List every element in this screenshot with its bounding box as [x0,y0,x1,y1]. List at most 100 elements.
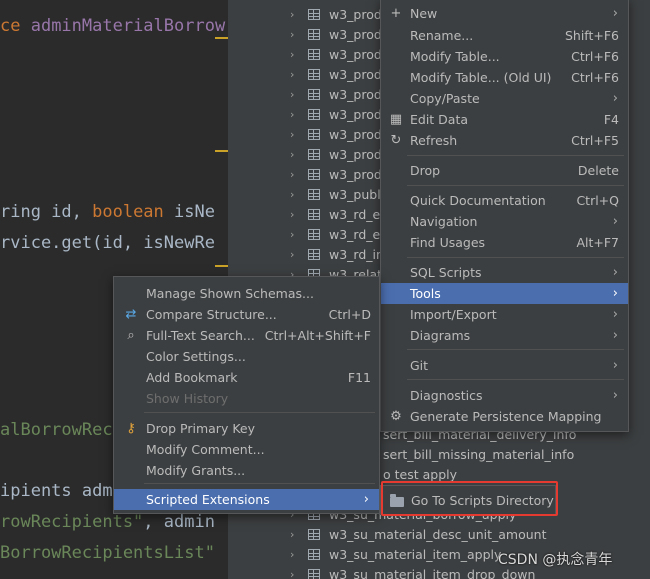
code-line: rvice.get(id, isNewRe [0,232,215,254]
menu-item-sql-scripts[interactable]: SQL Scripts › [381,262,628,283]
chevron-right-icon[interactable]: › [290,45,294,65]
table-icon [308,149,320,160]
chevron-right-icon[interactable]: › [290,565,294,579]
code-line: alBorrowRec [0,419,113,441]
menu-item-shortcut: Ctrl+D [328,307,371,322]
menu-item-modify-grants[interactable]: Modify Grants... [114,460,379,481]
menu-item-label: Diagnostics [410,388,483,403]
code-token: alBorrowRec [0,420,113,440]
plus-icon: + [390,6,402,21]
menu-item-diagnostics[interactable]: Diagnostics › [381,385,628,406]
menu-separator [407,257,624,258]
tools-submenu[interactable]: Manage Shown Schemas... ⇄ Compare Structur… [113,276,380,514]
menu-item-label: Drop [410,163,441,178]
menu-item-tools[interactable]: Tools › [381,283,628,304]
menu-item-label: Generate Persistence Mapping [410,409,602,424]
menu-item-label: Full-Text Search... [146,328,255,343]
menu-item-label: Color Settings... [146,349,246,364]
table-name: w3_prod [329,47,382,62]
menu-item-shortcut: Ctrl+Alt+Shift+F [264,328,371,343]
menu-separator [407,379,624,380]
menu-item-new[interactable]: + New › [381,3,628,24]
menu-item-import-export[interactable]: Import/Export › [381,304,628,325]
menu-item-navigation[interactable]: Navigation › [381,211,628,232]
menu-item-add-bookmark[interactable]: Add Bookmark F11 [114,367,379,388]
menu-separator [407,155,624,156]
menu-item-edit-data[interactable]: ▦ Edit Data F4 [381,109,628,130]
menu-item-diagrams[interactable]: Diagrams › [381,325,628,346]
menu-item-label: Modify Comment... [146,442,265,457]
chevron-right-icon: › [612,91,618,106]
table-name: w3_prod [329,87,382,102]
chevron-right-icon: › [612,307,618,322]
menu-item-refresh[interactable]: ↻ Refresh Ctrl+F5 [381,130,628,151]
table-name: w3_prod [329,147,382,162]
chevron-right-icon[interactable]: › [290,225,294,245]
code-token: ipients admi [0,481,123,501]
code-line: ipients admi [0,480,123,502]
chevron-right-icon[interactable]: › [290,125,294,145]
chevron-right-icon[interactable]: › [290,105,294,125]
menu-item-compare-structure[interactable]: ⇄ Compare Structure... Ctrl+D [114,304,379,325]
menu-item-generate-persistence-mapping[interactable]: ⚙ Generate Persistence Mapping [381,406,628,427]
table-icon [308,209,320,220]
menu-item-shortcut: Ctrl+F5 [571,133,619,148]
menu-item-label: Refresh [410,133,458,148]
chevron-right-icon[interactable]: › [290,205,294,225]
code-token: BorrowRecipientsList" [0,543,215,563]
table-name: w3_prod [329,107,382,122]
menu-item-label: New [410,6,438,21]
chevron-right-icon: › [612,6,618,21]
chevron-right-icon: › [612,214,618,229]
menu-item-label: Modify Table... (Old UI) [410,70,552,85]
menu-item-label: Tools [410,286,441,301]
refresh-icon: ↻ [390,133,402,148]
table-row[interactable]: sert_bill_missing_material_info [383,445,650,465]
menu-item-modify-comment[interactable]: Modify Comment... [114,439,379,460]
compare-icon: ⇄ [125,307,137,322]
chevron-right-icon[interactable]: › [290,25,294,45]
table-icon [308,549,320,560]
table-name: w3_prod [329,67,382,82]
table-name: w3_su_material_desc_unit_amount [329,527,547,542]
code-token: isNe [174,202,215,222]
menu-item-quick-documentation[interactable]: Quick Documentation Ctrl+Q [381,190,628,211]
key-icon: ⚷ [126,421,136,436]
menu-item-copy-paste[interactable]: Copy/Paste › [381,88,628,109]
chevron-right-icon[interactable]: › [290,185,294,205]
table-icon [308,69,320,80]
menu-item-modify-table[interactable]: Modify Table... Ctrl+F6 [381,46,628,67]
chevron-right-icon[interactable]: › [290,545,294,565]
table-name: w3_su_material_item_apply [329,547,502,562]
menu-item-color-settings[interactable]: Color Settings... [114,346,379,367]
menu-item-label: Navigation [410,214,478,229]
chevron-right-icon: › [612,265,618,280]
menu-item-manage-shown-schemas[interactable]: Manage Shown Schemas... [114,283,379,304]
chevron-right-icon[interactable]: › [290,525,294,545]
menu-item-drop-primary-key[interactable]: ⚷ Drop Primary Key [114,418,379,439]
table-icon [308,189,320,200]
menu-item-scripted-extensions[interactable]: Scripted Extensions › [114,489,379,510]
chevron-right-icon[interactable]: › [290,5,294,25]
menu-item-shortcut: F4 [603,112,619,127]
menu-item-modify-table-old-ui[interactable]: Modify Table... (Old UI) Ctrl+F6 [381,67,628,88]
menu-item-rename[interactable]: Rename... Shift+F6 [381,25,628,46]
chevron-right-icon[interactable]: › [290,85,294,105]
chevron-right-icon[interactable]: › [290,165,294,185]
chevron-right-icon[interactable]: › [290,145,294,165]
chevron-right-icon[interactable]: › [290,245,294,265]
table-name: w3_prod [329,7,382,22]
chevron-right-icon[interactable]: › [290,65,294,85]
menu-item-git[interactable]: Git › [381,355,628,376]
menu-item-label: Modify Table... [410,49,500,64]
code-token: ce [0,16,31,36]
menu-item-shortcut: Ctrl+F6 [571,49,619,64]
menu-item-full-text-search[interactable]: ⌕ Full-Text Search... Ctrl+Alt+Shift+F [114,325,379,346]
table-context-menu[interactable]: + New › Rename... Shift+F6 Modify Table... Ctr… [380,0,629,432]
menu-item-drop[interactable]: Drop Delete [381,160,628,181]
chevron-right-icon: › [612,388,618,403]
menu-item-shortcut: Ctrl+Q [576,193,619,208]
code-token: rowRecipients" [0,512,144,532]
table-row[interactable]: › w3_su_material_desc_unit_amount [228,525,650,545]
menu-item-find-usages[interactable]: Find Usages Alt+F7 [381,232,628,253]
